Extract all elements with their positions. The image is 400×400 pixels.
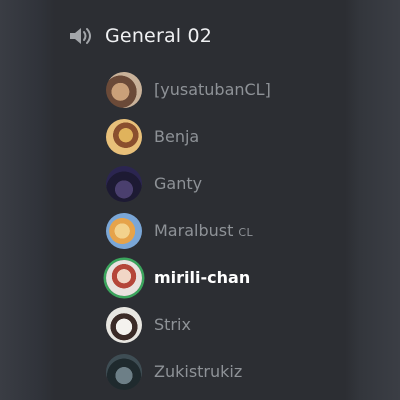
username: Strix [154,315,191,334]
voice-user-row[interactable]: Zukistrukiz [106,348,336,395]
voice-user-list: [yusatubanCL] Benja Ganty Maralbust CL mi… [106,66,336,395]
avatar [106,118,142,155]
username: Benja [154,127,200,146]
voice-user-row-speaking[interactable]: mirili-chan [106,254,336,301]
voice-channel-general-02[interactable]: General 02 [68,18,212,54]
username: mirili-chan [154,268,251,287]
avatar [106,212,142,249]
user-tag: CL [238,226,254,239]
avatar [106,306,142,343]
voice-user-row[interactable]: Strix [106,301,336,348]
username: Zukistrukiz [154,362,243,381]
username: [yusatubanCL] [154,80,271,99]
voice-user-row[interactable]: [yusatubanCL] [106,66,336,113]
avatar [106,71,142,108]
voice-user-row[interactable]: Ganty [106,160,336,207]
voice-user-row[interactable]: Benja [106,113,336,160]
speaker-icon [68,25,94,47]
avatar [106,165,142,202]
voice-user-row[interactable]: Maralbust CL [106,207,336,254]
avatar [106,259,142,296]
channel-name: General 02 [105,25,213,47]
username: Ganty [154,174,203,193]
username-text: Maralbust [154,221,234,240]
avatar [106,353,142,390]
username: Maralbust CL [154,221,253,240]
